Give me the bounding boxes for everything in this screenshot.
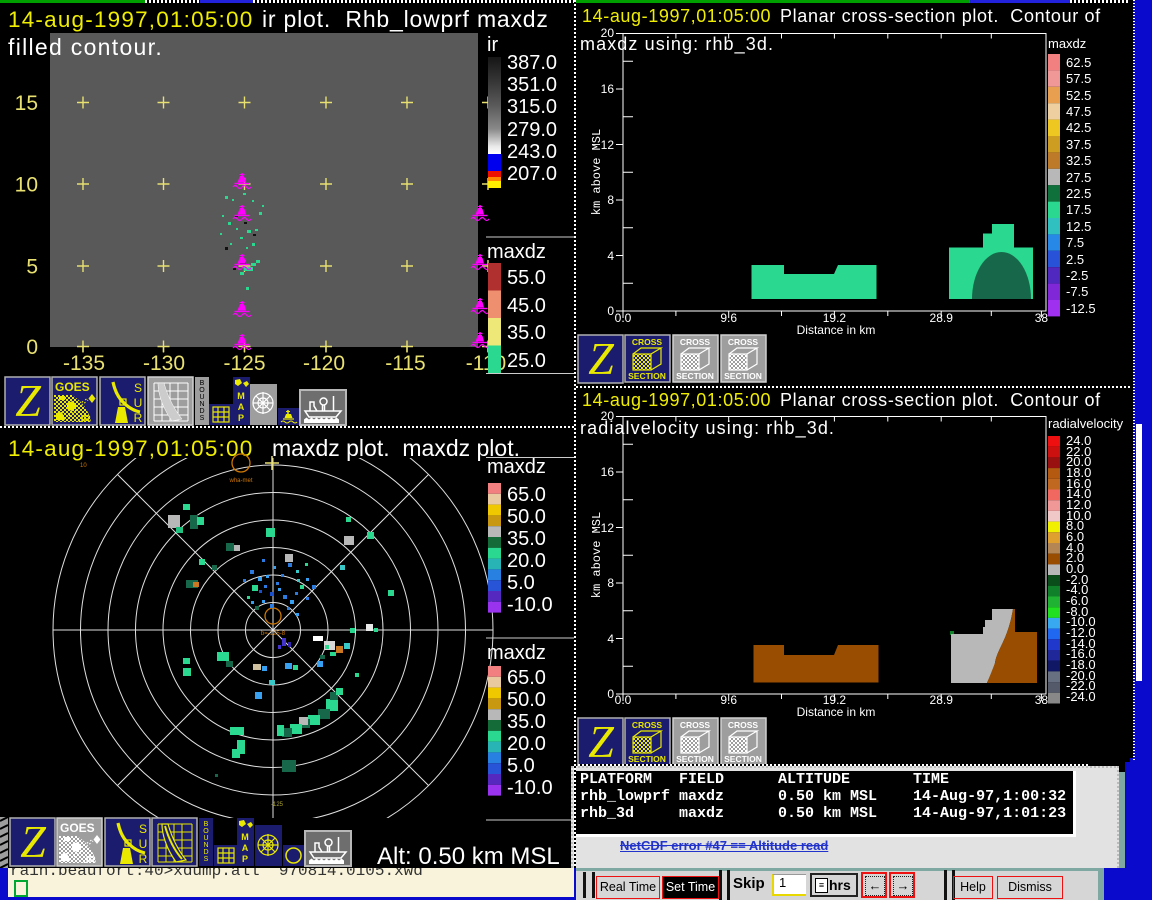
svg-text:57.5: 57.5 <box>1066 71 1091 86</box>
svg-text:8: 8 <box>607 576 614 590</box>
svg-text:-125: -125 <box>271 802 284 808</box>
svg-text:315.0: 315.0 <box>507 96 557 118</box>
svg-text:Planar cross-section plot. Co: Planar cross-section plot. Contour of <box>780 390 1101 410</box>
svg-text:km above MSL: km above MSL <box>590 512 604 598</box>
svg-text:42.5: 42.5 <box>1066 120 1091 135</box>
svg-text:15: 15 <box>15 92 38 115</box>
svg-text:maxdz: maxdz <box>487 642 546 664</box>
svg-text:-120: -120 <box>303 352 345 375</box>
svg-text:55.0: 55.0 <box>507 267 546 289</box>
svg-text:65.0: 65.0 <box>507 484 546 506</box>
svg-text:-115: -115 <box>385 352 425 375</box>
svg-text:Planar cross-section plot. Co: Planar cross-section plot. Contour of <box>780 6 1101 26</box>
svg-text:-12.5: -12.5 <box>1066 301 1096 316</box>
svg-text:filled contour.: filled contour. <box>8 34 163 60</box>
svg-text:14-aug-1997,01:05:00: 14-aug-1997,01:05:00 <box>8 7 253 32</box>
svg-text:-135: -135 <box>63 352 105 375</box>
svg-text:-10.0: -10.0 <box>507 777 553 799</box>
svg-text:5.0: 5.0 <box>507 572 535 594</box>
svg-text:5.0: 5.0 <box>507 755 535 777</box>
svg-text:62.5: 62.5 <box>1066 55 1091 70</box>
svg-text:9.6: 9.6 <box>720 311 737 325</box>
svg-text:10: 10 <box>80 463 87 469</box>
svg-text:8: 8 <box>607 193 614 207</box>
svg-text:35.0: 35.0 <box>507 711 546 733</box>
svg-text:Alt: 0.50 km MSL: Alt: 0.50 km MSL <box>377 843 560 868</box>
svg-text:25.0: 25.0 <box>507 350 546 372</box>
svg-text:50.0: 50.0 <box>507 689 546 711</box>
svg-text:-10.0: -10.0 <box>507 594 553 616</box>
svg-text:7.5: 7.5 <box>1066 235 1084 250</box>
svg-text:0: 0 <box>607 687 614 701</box>
svg-text:279.0: 279.0 <box>507 119 557 141</box>
svg-text:52.5: 52.5 <box>1066 88 1091 103</box>
svg-text:28.9: 28.9 <box>930 693 954 707</box>
svg-text:37.5: 37.5 <box>1066 137 1091 152</box>
svg-text:14-aug-1997,01:05:00: 14-aug-1997,01:05:00 <box>582 6 771 26</box>
svg-text:14-aug-1997,01:05:00: 14-aug-1997,01:05:00 <box>8 436 253 461</box>
svg-text:32.5: 32.5 <box>1066 153 1091 168</box>
svg-text:47.5: 47.5 <box>1066 104 1091 119</box>
svg-text:243.0: 243.0 <box>507 141 557 163</box>
svg-text:351.0: 351.0 <box>507 74 557 96</box>
svg-text:-7.5: -7.5 <box>1066 284 1088 299</box>
svg-text:radialvelocity using: rhb_3d.: radialvelocity using: rhb_3d. <box>580 418 835 439</box>
svg-text:ir plot. Rhb_lowprf maxdz: ir plot. Rhb_lowprf maxdz <box>262 6 549 32</box>
svg-text:4: 4 <box>607 632 614 646</box>
svg-text:20.0: 20.0 <box>507 550 546 572</box>
svg-text:20.0: 20.0 <box>507 733 546 755</box>
svg-text:0.0: 0.0 <box>615 693 632 707</box>
svg-text:-125: -125 <box>223 352 265 375</box>
svg-text:-24.0: -24.0 <box>1066 689 1096 704</box>
svg-text:20: 20 <box>601 26 615 40</box>
svg-text:0: 0 <box>607 304 614 318</box>
svg-text:35.0: 35.0 <box>507 322 546 344</box>
svg-text:5: 5 <box>26 256 38 279</box>
svg-text:45.0: 45.0 <box>507 295 546 317</box>
svg-text:38: 38 <box>1035 311 1049 325</box>
svg-text:35.0: 35.0 <box>507 528 546 550</box>
svg-text:387.0: 387.0 <box>507 52 557 74</box>
svg-text:22.5: 22.5 <box>1066 186 1091 201</box>
svg-text:0.0: 0.0 <box>615 311 632 325</box>
svg-text:Distance in km: Distance in km <box>797 705 876 719</box>
svg-text:10: 10 <box>15 174 38 197</box>
svg-text:16: 16 <box>601 465 615 479</box>
svg-text:0: 0 <box>26 336 38 359</box>
svg-text:4: 4 <box>607 249 614 263</box>
svg-text:65.0: 65.0 <box>507 667 546 689</box>
svg-text:50.0: 50.0 <box>507 506 546 528</box>
svg-text:2.5: 2.5 <box>1066 252 1084 267</box>
svg-text:ir: ir <box>487 34 498 56</box>
svg-text:b=-125-8: b=-125-8 <box>261 631 286 637</box>
svg-text:14-aug-1997,01:05:00: 14-aug-1997,01:05:00 <box>582 390 771 410</box>
svg-text:17.5: 17.5 <box>1066 202 1091 217</box>
svg-text:maxdz: maxdz <box>487 241 546 263</box>
svg-text:maxdz: maxdz <box>487 456 546 478</box>
svg-text:16: 16 <box>601 82 615 96</box>
svg-text:maxdz: maxdz <box>1048 36 1086 51</box>
svg-text:wha-met: wha-met <box>228 478 252 484</box>
svg-text:207.0: 207.0 <box>507 163 557 185</box>
svg-text:38: 38 <box>1035 693 1049 707</box>
svg-text:-2.5: -2.5 <box>1066 268 1088 283</box>
svg-text:12.5: 12.5 <box>1066 219 1091 234</box>
svg-text:9.6: 9.6 <box>720 693 737 707</box>
svg-text:maxdz plot. maxdz plot.: maxdz plot. maxdz plot. <box>272 435 520 461</box>
svg-text:km above MSL: km above MSL <box>590 129 604 215</box>
svg-text:Distance in km: Distance in km <box>797 323 876 337</box>
svg-text:-130: -130 <box>143 352 185 375</box>
svg-text:28.9: 28.9 <box>930 311 954 325</box>
svg-text:20: 20 <box>601 409 615 423</box>
svg-text:27.5: 27.5 <box>1066 170 1091 185</box>
svg-text:radialvelocity: radialvelocity <box>1048 416 1124 431</box>
